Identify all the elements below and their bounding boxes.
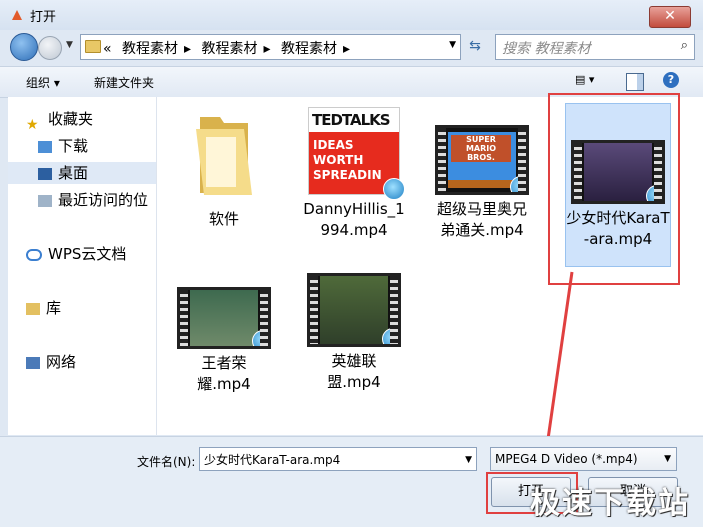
filename-input[interactable]: 少女时代KaraT-ara.mp4 ▼ bbox=[199, 447, 477, 471]
file-item[interactable]: 王者荣耀.mp4 bbox=[169, 287, 279, 395]
breadcrumb: « 教程素材 ▸ 教程素材 ▸ 教程素材 ▸ bbox=[103, 38, 356, 58]
star-icon: ★ bbox=[26, 116, 39, 133]
thumb-ted-slogan: IDEAS WORTH SPREADIN bbox=[313, 138, 382, 182]
address-bar[interactable]: « 教程素材 ▸ 教程素材 ▸ 教程素材 ▸ ▼ bbox=[80, 34, 461, 60]
sidebar-item-wps[interactable]: WPS云文档 bbox=[26, 243, 156, 265]
file-item[interactable]: 英雄联盟.mp4 bbox=[299, 273, 409, 393]
file-type-select[interactable]: MPEG4 D Video (*.mp4) ▼ bbox=[490, 447, 677, 471]
game-screen bbox=[190, 290, 258, 346]
highlight-box-file bbox=[548, 93, 680, 285]
breadcrumb-separator-icon[interactable]: ▸ bbox=[184, 41, 191, 57]
preview-pane-button[interactable] bbox=[626, 73, 644, 91]
game-thumbnail bbox=[177, 287, 271, 349]
lol-screen bbox=[320, 276, 388, 344]
search-input[interactable]: 搜索 教程素材 bbox=[502, 38, 590, 58]
thumb-ted-title: TEDTALKS bbox=[312, 111, 391, 129]
sidebar-item-label: 收藏夹 bbox=[48, 110, 94, 128]
sidebar-item-network[interactable]: 网络 bbox=[26, 351, 156, 373]
breadcrumb-item[interactable]: 教程素材 bbox=[281, 41, 337, 57]
folder-item[interactable]: 软件 bbox=[169, 107, 279, 230]
recent-places-icon bbox=[38, 194, 52, 207]
lol-thumbnail bbox=[307, 273, 401, 347]
sidebar-item-label: 网络 bbox=[46, 353, 77, 371]
video-icon bbox=[382, 328, 398, 344]
sidebar-item-label: 下载 bbox=[58, 137, 89, 155]
video-icon bbox=[383, 178, 405, 200]
file-name: 超级马里奥兄弟通关.mp4 bbox=[436, 200, 527, 239]
folder-icon bbox=[85, 40, 101, 53]
sidebar-item-library[interactable]: 库 bbox=[26, 297, 156, 319]
app-icon bbox=[12, 10, 22, 20]
ted-thumbnail: TEDTALKS IDEAS WORTH SPREADIN bbox=[308, 107, 405, 200]
file-name: DannyHillis_1994.mp4 bbox=[303, 200, 405, 239]
video-icon bbox=[252, 330, 268, 346]
navigation-pane: ★ 收藏夹 下载 桌面 最近访问的位 WPS云文档 库 网络 bbox=[8, 97, 157, 435]
network-icon bbox=[26, 356, 40, 369]
desktop-icon bbox=[38, 167, 52, 180]
close-button[interactable]: ✕ bbox=[649, 6, 691, 28]
change-view-button[interactable]: ▤ ▾ bbox=[575, 73, 605, 91]
folder-icon bbox=[196, 117, 252, 195]
sidebar-item-label: 桌面 bbox=[58, 164, 89, 182]
breadcrumb-item[interactable]: 教程素材 bbox=[122, 41, 178, 57]
breadcrumb-item[interactable]: 教程素材 bbox=[202, 41, 258, 57]
sidebar-item-label: 库 bbox=[46, 299, 62, 317]
mario-thumbnail: SUPER MARIO BROS. bbox=[435, 125, 529, 195]
file-item[interactable]: TEDTALKS IDEAS WORTH SPREADIN DannyHilli… bbox=[299, 107, 409, 241]
new-folder-button[interactable]: 新建文件夹 bbox=[94, 74, 154, 91]
breadcrumb-separator-icon[interactable]: ▸ bbox=[264, 41, 271, 57]
breadcrumb-separator-icon[interactable]: ▸ bbox=[343, 41, 350, 57]
forward-button[interactable] bbox=[38, 36, 62, 60]
search-box[interactable]: 搜索 教程素材 ⌕ bbox=[495, 34, 695, 60]
sidebar-item-favorites[interactable]: ★ 收藏夹 bbox=[26, 108, 156, 133]
help-button[interactable]: ? bbox=[663, 72, 679, 88]
window-title: 打开 bbox=[30, 10, 57, 25]
thumb-mario-title: SUPER MARIO BROS. bbox=[451, 135, 511, 162]
breadcrumb-overflow[interactable]: « bbox=[103, 41, 112, 57]
sidebar-item-label: WPS云文档 bbox=[48, 245, 127, 263]
open-file-dialog: 打开 ✕ ▼ « 教程素材 ▸ 教程素材 ▸ 教程素材 ▸ ▼ ⇆ 搜索 教程素材 ⌕… bbox=[0, 0, 703, 527]
sidebar-item-recent[interactable]: 最近访问的位 bbox=[38, 189, 156, 211]
file-item[interactable]: SUPER MARIO BROS. 超级马里奥兄弟通关.mp4 bbox=[427, 125, 537, 241]
filename-dropdown[interactable]: ▼ bbox=[465, 448, 472, 472]
back-button[interactable] bbox=[10, 33, 38, 61]
chevron-down-icon[interactable]: ▼ bbox=[664, 448, 671, 470]
sidebar-item-label: 最近访问的位 bbox=[58, 191, 149, 209]
file-type-value: MPEG4 D Video (*.mp4) bbox=[495, 452, 638, 466]
file-name: 王者荣耀.mp4 bbox=[197, 354, 251, 393]
video-icon bbox=[510, 176, 526, 192]
library-icon bbox=[26, 302, 40, 315]
file-name: 英雄联盟.mp4 bbox=[327, 352, 381, 391]
sidebar-item-desktop[interactable]: 桌面 bbox=[8, 162, 156, 184]
mario-ground bbox=[448, 180, 516, 188]
organize-button[interactable]: 组织 ▾ bbox=[26, 74, 60, 91]
download-folder-icon bbox=[38, 140, 52, 153]
search-icon[interactable]: ⌕ bbox=[681, 38, 688, 53]
watermark: 极速下载站 bbox=[530, 486, 690, 521]
file-name: 软件 bbox=[208, 210, 239, 228]
sidebar-item-download[interactable]: 下载 bbox=[38, 135, 156, 157]
address-dropdown[interactable]: ▼ bbox=[449, 40, 456, 50]
title-bar: 打开 ✕ bbox=[0, 0, 703, 30]
cloud-icon bbox=[26, 248, 42, 261]
filename-label: 文件名(N): bbox=[137, 455, 196, 469]
navigation-bar: ▼ « 教程素材 ▸ 教程素材 ▸ 教程素材 ▸ ▼ ⇆ 搜索 教程素材 ⌕ bbox=[0, 30, 703, 64]
refresh-button[interactable]: ⇆ bbox=[462, 34, 488, 58]
mario-screen: SUPER MARIO BROS. bbox=[448, 132, 516, 188]
recent-pages-dropdown[interactable]: ▼ bbox=[66, 40, 73, 50]
filename-value: 少女时代KaraT-ara.mp4 bbox=[204, 453, 341, 467]
